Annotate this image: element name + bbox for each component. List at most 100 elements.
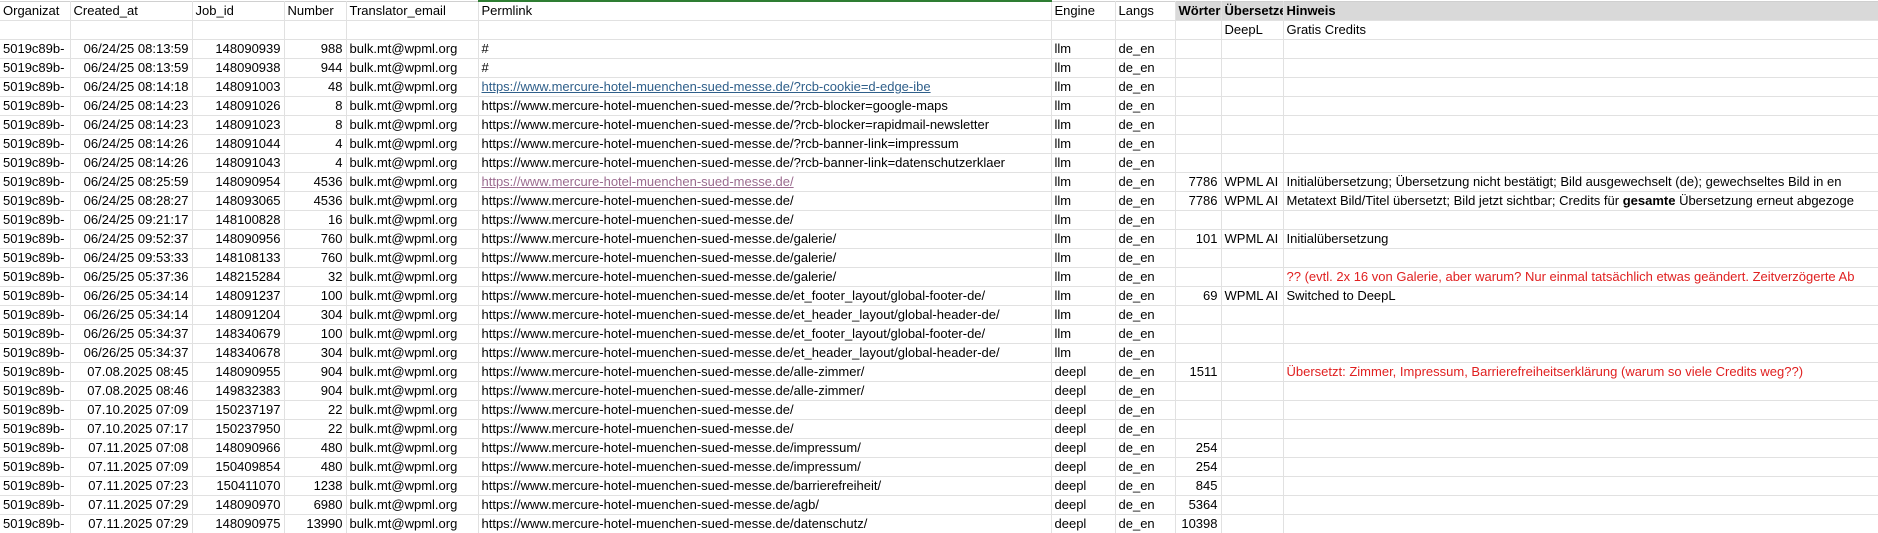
cell[interactable] [70,20,193,40]
cell-permlink[interactable]: https://www.mercure-hotel-muenchen-sued-… [478,267,1052,287]
cell[interactable] [192,20,285,40]
cell-hint[interactable] [1283,514,1878,533]
cell-translator-email[interactable]: bulk.mt@wpml.org [346,400,479,420]
cell-number[interactable]: 760 [284,229,347,249]
cell-engine[interactable]: deepl [1051,381,1116,401]
header-permlink[interactable]: Permlink [478,0,1052,21]
cell-langs[interactable]: de_en [1115,362,1176,382]
cell-langs[interactable]: de_en [1115,153,1176,173]
cell-hint[interactable]: ?? (evtl. 2x 16 von Galerie, aber warum?… [1283,267,1878,287]
cell-engine[interactable]: llm [1051,172,1116,192]
cell-translator-email[interactable]: bulk.mt@wpml.org [346,457,479,477]
cell-hint[interactable] [1283,343,1878,363]
cell-job-id[interactable]: 148091043 [192,153,285,173]
cell-translator[interactable] [1221,96,1284,116]
cell-engine[interactable]: llm [1051,343,1116,363]
cell-created-at[interactable]: 06/24/25 08:14:23 [70,96,193,116]
cell-hint[interactable] [1283,476,1878,496]
cell-translator-email[interactable]: bulk.mt@wpml.org [346,286,479,306]
cell-permlink[interactable]: https://www.mercure-hotel-muenchen-sued-… [478,400,1052,420]
cell-permlink[interactable]: https://www.mercure-hotel-muenchen-sued-… [478,476,1052,496]
cell-job-id[interactable]: 148090938 [192,58,285,78]
cell-engine[interactable]: llm [1051,191,1116,211]
cell-engine[interactable]: deepl [1051,457,1116,477]
cell-organization[interactable]: 5019c89b- [0,191,71,211]
cell-organization[interactable]: 5019c89b- [0,324,71,344]
cell-permlink[interactable]: https://www.mercure-hotel-muenchen-sued-… [478,248,1052,268]
cell-engine[interactable]: deepl [1051,400,1116,420]
cell-permlink[interactable]: https://www.mercure-hotel-muenchen-sued-… [478,115,1052,135]
cell-job-id[interactable]: 148091044 [192,134,285,154]
cell-job-id[interactable]: 148091026 [192,96,285,116]
cell-translator-email[interactable]: bulk.mt@wpml.org [346,267,479,287]
cell-number[interactable]: 304 [284,305,347,325]
cell-created-at[interactable]: 06/24/25 08:14:26 [70,153,193,173]
cell-words[interactable] [1175,248,1222,268]
cell-words[interactable] [1175,77,1222,97]
cell-translator[interactable] [1221,305,1284,325]
cell-permlink[interactable]: https://www.mercure-hotel-muenchen-sued-… [478,419,1052,439]
cell-job-id[interactable]: 150409854 [192,457,285,477]
cell-permlink[interactable]: https://www.mercure-hotel-muenchen-sued-… [478,457,1052,477]
cell-job-id[interactable]: 148090954 [192,172,285,192]
cell-words[interactable] [1175,267,1222,287]
cell-organization[interactable]: 5019c89b- [0,305,71,325]
cell-langs[interactable]: de_en [1115,96,1176,116]
cell-permlink[interactable]: https://www.mercure-hotel-muenchen-sued-… [478,343,1052,363]
subheader-hint[interactable]: Gratis Credits [1283,20,1878,40]
cell-langs[interactable]: de_en [1115,343,1176,363]
cell-translator-email[interactable]: bulk.mt@wpml.org [346,172,479,192]
cell-created-at[interactable]: 07.11.2025 07:23 [70,476,193,496]
cell-engine[interactable]: llm [1051,77,1116,97]
cell-words[interactable]: 254 [1175,457,1222,477]
cell-number[interactable]: 480 [284,457,347,477]
cell-created-at[interactable]: 06/24/25 08:14:18 [70,77,193,97]
cell-translator[interactable]: WPML AI [1221,191,1284,211]
cell-translator-email[interactable]: bulk.mt@wpml.org [346,324,479,344]
cell-job-id[interactable]: 148340678 [192,343,285,363]
cell-number[interactable]: 8 [284,115,347,135]
header-organization[interactable]: Organizat [0,0,71,21]
cell-translator[interactable] [1221,267,1284,287]
cell-number[interactable]: 4 [284,153,347,173]
cell-created-at[interactable]: 07.11.2025 07:09 [70,457,193,477]
cell-permlink[interactable]: https://www.mercure-hotel-muenchen-sued-… [478,514,1052,533]
cell-engine[interactable]: llm [1051,305,1116,325]
cell-created-at[interactable]: 07.08.2025 08:45 [70,362,193,382]
header-engine[interactable]: Engine [1051,0,1116,21]
cell-translator[interactable]: WPML AI [1221,286,1284,306]
cell-organization[interactable]: 5019c89b- [0,39,71,59]
cell-number[interactable]: 304 [284,343,347,363]
cell-organization[interactable]: 5019c89b- [0,476,71,496]
cell-organization[interactable]: 5019c89b- [0,343,71,363]
cell-langs[interactable]: de_en [1115,172,1176,192]
cell-created-at[interactable]: 06/24/25 08:13:59 [70,58,193,78]
cell-created-at[interactable]: 07.11.2025 07:08 [70,438,193,458]
cell-engine[interactable]: llm [1051,210,1116,230]
cell-translator-email[interactable]: bulk.mt@wpml.org [346,248,479,268]
cell-job-id[interactable]: 148100828 [192,210,285,230]
cell-words[interactable]: 7786 [1175,172,1222,192]
cell-organization[interactable]: 5019c89b- [0,381,71,401]
cell-words[interactable]: 5364 [1175,495,1222,515]
cell-job-id[interactable]: 148108133 [192,248,285,268]
cell-langs[interactable]: de_en [1115,77,1176,97]
cell-langs[interactable]: de_en [1115,267,1176,287]
cell-translator[interactable] [1221,115,1284,135]
cell-number[interactable]: 48 [284,77,347,97]
cell-langs[interactable]: de_en [1115,457,1176,477]
cell-permlink[interactable]: https://www.mercure-hotel-muenchen-sued-… [478,305,1052,325]
cell-number[interactable]: 1238 [284,476,347,496]
cell-translator-email[interactable]: bulk.mt@wpml.org [346,210,479,230]
cell-words[interactable] [1175,400,1222,420]
cell-created-at[interactable]: 06/26/25 05:34:14 [70,305,193,325]
cell-translator-email[interactable]: bulk.mt@wpml.org [346,419,479,439]
cell-hint[interactable] [1283,305,1878,325]
cell-langs[interactable]: de_en [1115,286,1176,306]
header-translator[interactable]: Übersetze [1221,0,1284,21]
cell-engine[interactable]: llm [1051,115,1116,135]
cell-permlink[interactable]: https://www.mercure-hotel-muenchen-sued-… [478,381,1052,401]
cell-engine[interactable]: llm [1051,96,1116,116]
cell-number[interactable]: 904 [284,381,347,401]
cell-permlink[interactable]: https://www.mercure-hotel-muenchen-sued-… [478,191,1052,211]
